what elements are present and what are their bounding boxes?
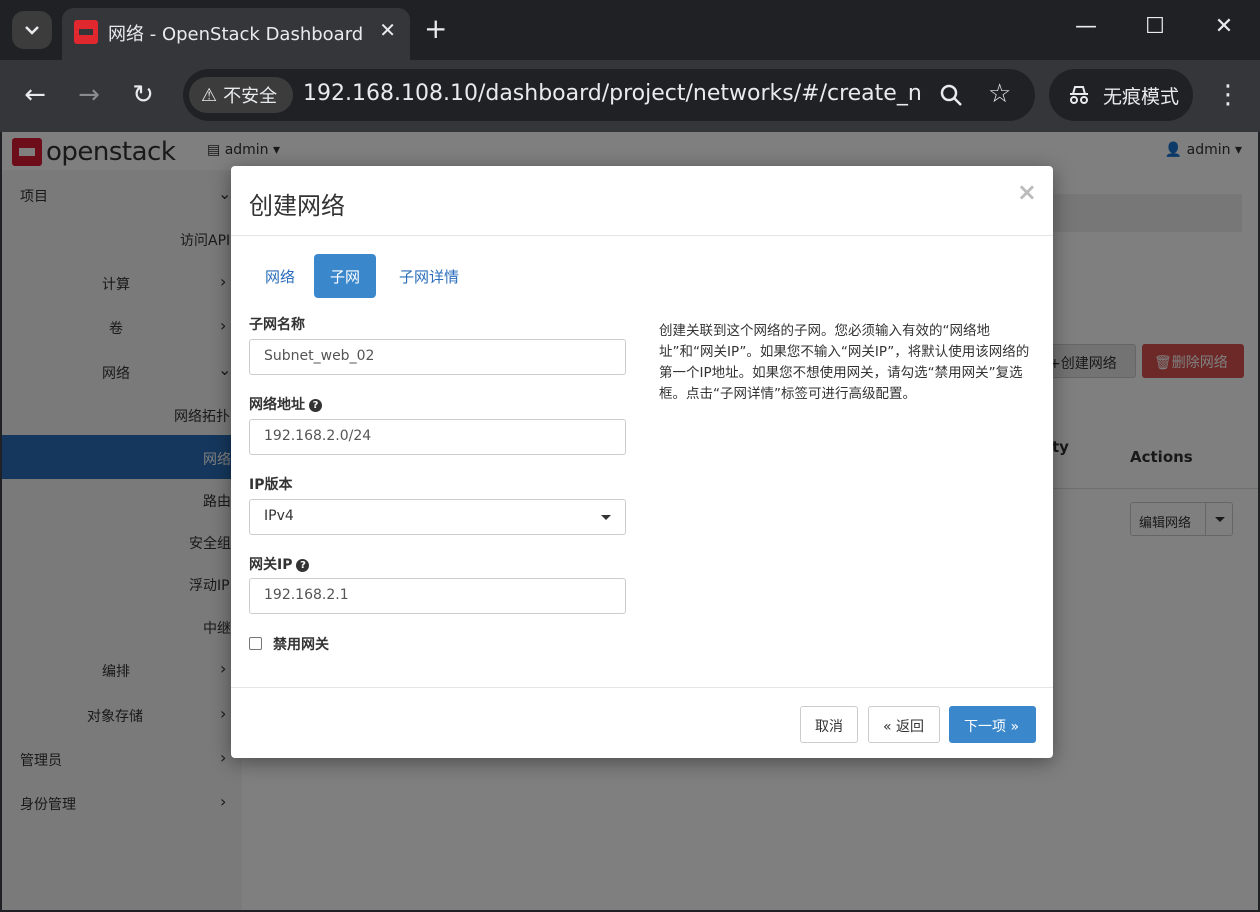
back-button[interactable]: « 返回 [868,706,940,743]
back-arrow-icon[interactable]: ← [17,80,53,110]
gateway-ip-input[interactable]: 192.168.2.1 [249,578,626,614]
network-address-label-text: 网络地址 [249,397,305,413]
tab-subnet-details[interactable]: 子网详情 [383,254,475,298]
forward-arrow-icon[interactable]: → [71,80,107,110]
ip-version-value: IPv4 [264,508,294,524]
browser-toolbar: ← → ↻ ⚠ 不安全 192.168.108.10/dashboard/pro… [0,60,1260,132]
maximize-icon[interactable]: ☐ [1135,14,1175,39]
subnet-help-text: 创建关联到这个网络的子网。您必须输入有效的“网络地址”和“网关IP”。如果您不输… [659,323,1030,402]
tab-subnet[interactable]: 子网 [314,254,377,298]
network-address-input[interactable]: 192.168.2.0/24 [249,419,626,455]
ip-version-label: IP版本 [249,477,293,493]
insecure-label: 不安全 [223,86,278,107]
warning-icon: ⚠ [201,84,218,106]
page-content: openstack ▤ admin ▾ 👤 admin ▾ 项目 ⌄ 访问API… [2,132,1258,910]
browser-tab-active[interactable]: 网络 - OpenStack Dashboard ✕ [62,8,410,60]
cancel-button[interactable]: 取消 [800,706,858,743]
address-bar[interactable]: ⚠ 不安全 192.168.108.10/dashboard/project/n… [183,69,1035,121]
tab-network[interactable]: 网络 [249,254,311,298]
modal-footer: 取消 « 返回 下一项 » [231,687,1053,758]
incognito-indicator[interactable]: 无痕模式 [1049,69,1193,121]
network-address-label: 网络地址? [249,394,322,414]
openstack-favicon-icon [74,20,98,44]
subnet-name-input[interactable]: Subnet_web_02 [249,339,626,375]
question-circle-icon[interactable]: ? [309,398,322,412]
tab-close-icon[interactable]: ✕ [379,18,396,42]
gateway-ip-label-text: 网关IP [249,557,293,573]
url-text[interactable]: 192.168.108.10/dashboard/project/network… [303,81,923,106]
incognito-icon [1070,86,1088,104]
reload-icon[interactable]: ↻ [125,80,161,110]
zoom-search-icon[interactable] [939,83,963,107]
next-button[interactable]: 下一项 » [949,706,1036,743]
caret-down-icon [601,515,611,520]
window-close-icon[interactable]: ✕ [1204,14,1244,39]
disable-gateway-checkbox[interactable] [249,637,262,650]
new-tab-button[interactable]: + [424,12,447,46]
browser-menu-icon[interactable]: ⋮ [1215,80,1241,110]
bookmark-star-icon[interactable]: ☆ [988,79,1011,109]
chevron-down-icon [25,26,39,35]
browser-tab-bar: 网络 - OpenStack Dashboard ✕ + — ☐ ✕ [0,0,1260,60]
question-circle-icon[interactable]: ? [296,558,310,572]
disable-gateway-label[interactable]: 禁用网关 [273,634,329,654]
tab-search-button[interactable] [12,11,52,49]
ip-version-select[interactable]: IPv4 [249,499,626,535]
tab-title: 网络 - OpenStack Dashboard [108,24,364,45]
modal-header: 创建网络 × [231,166,1053,236]
create-network-modal: 创建网络 × 网络 子网 子网详情 子网名称 Subnet_web_02 网络地… [231,166,1053,758]
gateway-ip-label: 网关IP? [249,554,310,574]
modal-title: 创建网络 [249,192,345,220]
security-indicator[interactable]: ⚠ 不安全 [189,77,293,113]
close-icon[interactable]: × [1017,178,1037,206]
incognito-label: 无痕模式 [1103,85,1180,108]
minimize-icon[interactable]: — [1066,14,1106,39]
subnet-name-label: 子网名称 [249,317,305,333]
